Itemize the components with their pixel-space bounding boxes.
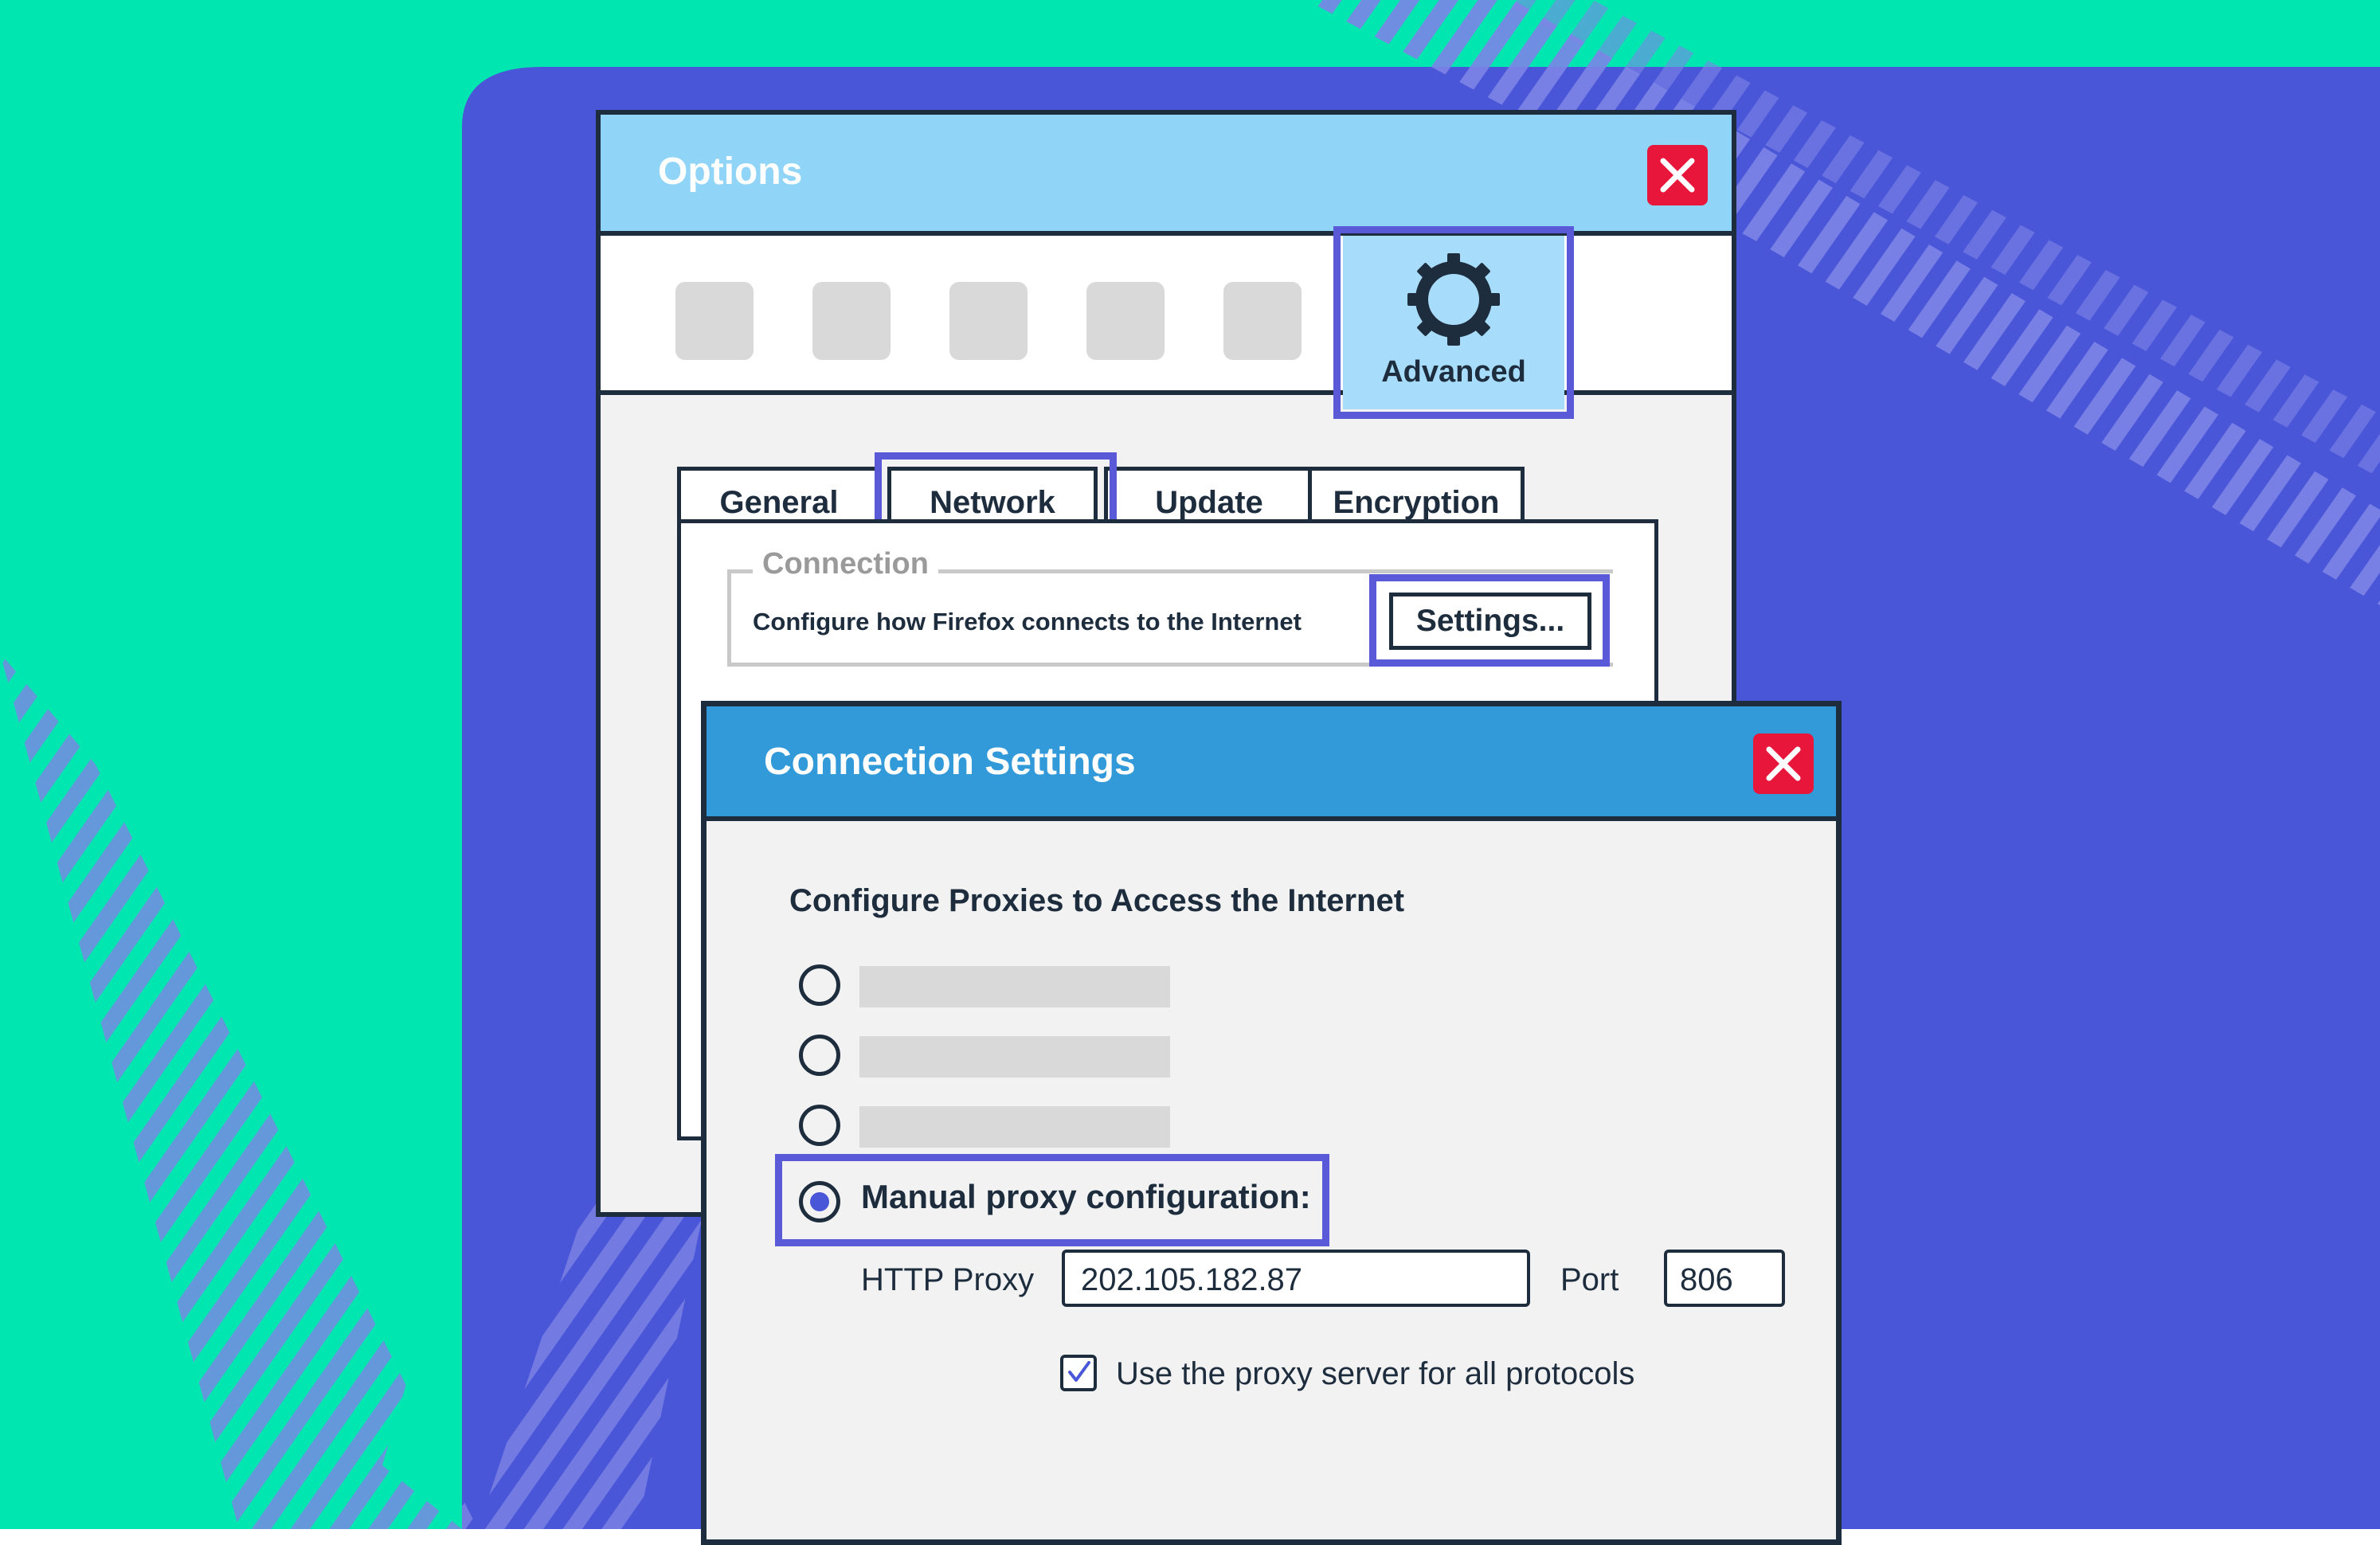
port-input[interactable]: 806	[1664, 1250, 1785, 1307]
toolbar-icon-3[interactable]	[949, 282, 1028, 360]
http-proxy-label: HTTP Proxy	[861, 1262, 1035, 1297]
connection-settings-title: Connection Settings	[764, 741, 1136, 783]
close-icon	[1766, 746, 1801, 781]
proxy-option-label-3	[859, 1106, 1170, 1148]
proxy-option-radio-1[interactable]	[799, 964, 840, 1006]
toolbar-icon-4[interactable]	[1086, 282, 1165, 360]
use-proxy-all-label: Use the proxy server for all protocols	[1116, 1356, 1635, 1391]
radio-selected-dot	[810, 1192, 829, 1211]
settings-button[interactable]: Settings...	[1389, 593, 1591, 650]
manual-proxy-radio[interactable]	[799, 1181, 840, 1222]
connection-legend: Connection	[753, 547, 938, 581]
proxy-option-label-1	[859, 966, 1170, 1007]
close-icon	[1660, 158, 1695, 193]
options-title: Options	[658, 151, 803, 193]
connection-description: Configure how Firefox connects to the In…	[753, 608, 1302, 636]
connection-settings-close-button[interactable]	[1753, 733, 1814, 794]
options-titlebar: Options	[601, 115, 1732, 236]
proxy-heading: Configure Proxies to Access the Internet	[789, 883, 1405, 918]
proxy-option-radio-2[interactable]	[799, 1035, 840, 1076]
settings-highlight: Settings...	[1369, 574, 1610, 667]
options-close-button[interactable]	[1647, 145, 1708, 205]
toolbar-icon-2[interactable]	[812, 282, 891, 360]
use-proxy-all-checkbox[interactable]	[1060, 1355, 1097, 1391]
port-label: Port	[1560, 1262, 1619, 1297]
proxy-option-label-2	[859, 1036, 1170, 1078]
proxy-option-radio-3[interactable]	[799, 1105, 840, 1146]
checkmark-icon	[1068, 1361, 1090, 1382]
options-toolbar: Advanced	[601, 226, 1732, 419]
toolbar-icon-1[interactable]	[675, 282, 754, 360]
toolbar-icon-5[interactable]	[1223, 282, 1302, 360]
connection-settings-window: Connection Settings Configure Proxies to…	[701, 701, 1842, 1545]
connection-settings-titlebar: Connection Settings	[707, 706, 1836, 821]
advanced-highlight	[1333, 226, 1574, 419]
http-proxy-input[interactable]: 202.105.182.87	[1062, 1250, 1530, 1307]
manual-proxy-label: Manual proxy configuration:	[861, 1178, 1311, 1215]
